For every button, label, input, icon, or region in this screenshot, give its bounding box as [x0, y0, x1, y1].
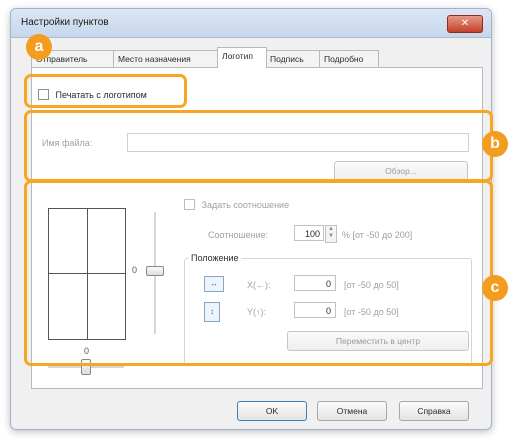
close-button[interactable]: ✕ [447, 15, 483, 33]
callout-c-badge: c [482, 275, 508, 301]
title-bar: Настройки пунктов ✕ [11, 9, 491, 38]
tab-signature[interactable]: Подпись [265, 50, 321, 67]
tab-logo[interactable]: Логотип [217, 47, 267, 68]
window-title: Настройки пунктов [21, 17, 109, 28]
help-button[interactable]: Справка [399, 401, 469, 421]
tab-destination[interactable]: Место назначения [113, 50, 219, 67]
callout-b-badge: b [482, 131, 508, 157]
callout-c-frame [24, 180, 493, 366]
callout-a-badge: a [26, 34, 52, 60]
callout-b-frame [24, 110, 493, 182]
ok-button[interactable]: OK [237, 401, 307, 421]
cancel-button[interactable]: Отмена [317, 401, 387, 421]
callout-a-frame [24, 74, 187, 108]
tab-details[interactable]: Подробно [319, 50, 379, 67]
